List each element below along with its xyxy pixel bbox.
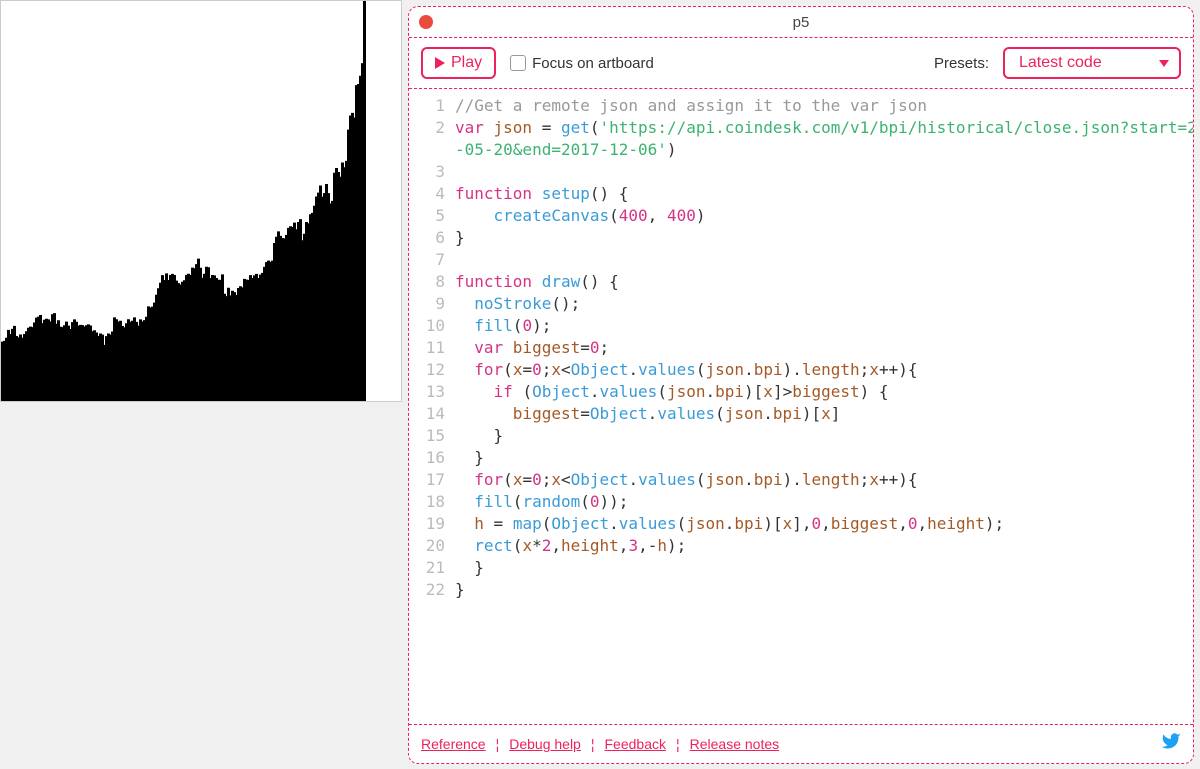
close-icon[interactable] xyxy=(419,15,433,29)
code-line[interactable]: -05-20&end=2017-12-06') xyxy=(409,139,1185,161)
play-label: Play xyxy=(451,54,482,72)
gutter-number: 18 xyxy=(409,491,455,513)
code-line[interactable]: 4function setup() { xyxy=(409,183,1185,205)
code-line[interactable]: 10 fill(0); xyxy=(409,315,1185,337)
code-line[interactable]: 13 if (Object.values(json.bpi)[x]>bigges… xyxy=(409,381,1185,403)
focus-label: Focus on artboard xyxy=(532,55,654,72)
chevron-down-icon xyxy=(1159,60,1169,67)
gutter-number: 17 xyxy=(409,469,455,491)
presets-dropdown[interactable]: Latest code xyxy=(1003,47,1181,79)
toolbar: Play Focus on artboard Presets: Latest c… xyxy=(409,38,1193,89)
gutter-number: 14 xyxy=(409,403,455,425)
gutter-number: 1 xyxy=(409,95,455,117)
editor-panel: p5 Play Focus on artboard Presets: Lates… xyxy=(408,6,1194,764)
title-bar: p5 xyxy=(409,7,1193,38)
gutter-number: 15 xyxy=(409,425,455,447)
play-icon xyxy=(435,57,445,69)
gutter-number: 12 xyxy=(409,359,455,381)
code-line[interactable]: 15 } xyxy=(409,425,1185,447)
gutter-number: 6 xyxy=(409,227,455,249)
footer-link-release[interactable]: Release notes xyxy=(690,736,780,752)
gutter-number: 7 xyxy=(409,249,455,271)
code-line[interactable]: 12 for(x=0;x<Object.values(json.bpi).len… xyxy=(409,359,1185,381)
gutter-number: 8 xyxy=(409,271,455,293)
code-line[interactable]: 16 } xyxy=(409,447,1185,469)
gutter-number: 11 xyxy=(409,337,455,359)
gutter-number: 9 xyxy=(409,293,455,315)
gutter-number: 13 xyxy=(409,381,455,403)
focus-artboard-checkbox[interactable]: Focus on artboard xyxy=(510,55,654,72)
twitter-icon[interactable] xyxy=(1161,731,1181,757)
gutter-number: 3 xyxy=(409,161,455,183)
code-line[interactable]: 5 createCanvas(400, 400) xyxy=(409,205,1185,227)
gutter-number: 22 xyxy=(409,579,455,601)
artboard-canvas xyxy=(0,0,402,402)
footer-link-feedback[interactable]: Feedback xyxy=(605,736,666,752)
gutter-number: 20 xyxy=(409,535,455,557)
code-line[interactable]: 1//Get a remote json and assign it to th… xyxy=(409,95,1185,117)
code-line[interactable]: 22} xyxy=(409,579,1185,601)
code-editor[interactable]: 1//Get a remote json and assign it to th… xyxy=(409,89,1193,724)
code-line[interactable]: 6} xyxy=(409,227,1185,249)
gutter-number: 4 xyxy=(409,183,455,205)
gutter-number: 5 xyxy=(409,205,455,227)
code-line[interactable]: 17 for(x=0;x<Object.values(json.bpi).len… xyxy=(409,469,1185,491)
chart-bars xyxy=(1,1,401,401)
code-line[interactable]: 2var json = get('https://api.coindesk.co… xyxy=(409,117,1185,139)
play-button[interactable]: Play xyxy=(421,47,496,79)
code-line[interactable]: 8function draw() { xyxy=(409,271,1185,293)
code-line[interactable]: 14 biggest=Object.values(json.bpi)[x] xyxy=(409,403,1185,425)
checkbox-icon xyxy=(510,55,526,71)
gutter-number: 10 xyxy=(409,315,455,337)
code-line[interactable]: 21 } xyxy=(409,557,1185,579)
code-line[interactable]: 19 h = map(Object.values(json.bpi)[x],0,… xyxy=(409,513,1185,535)
code-line[interactable]: 3 xyxy=(409,161,1185,183)
chart-svg xyxy=(1,1,401,401)
gutter-number: 21 xyxy=(409,557,455,579)
footer-link-debug[interactable]: Debug help xyxy=(509,736,581,752)
window-title: p5 xyxy=(793,14,810,31)
footer-link-reference[interactable]: Reference xyxy=(421,736,486,752)
code-line[interactable]: 7 xyxy=(409,249,1185,271)
gutter-number: 2 xyxy=(409,117,455,139)
gutter-number: 19 xyxy=(409,513,455,535)
gutter-number: 16 xyxy=(409,447,455,469)
gutter-number xyxy=(409,139,455,161)
code-line[interactable]: 9 noStroke(); xyxy=(409,293,1185,315)
footer: Reference ¦ Debug help ¦ Feedback ¦ Rele… xyxy=(409,724,1193,763)
code-line[interactable]: 20 rect(x*2,height,3,-h); xyxy=(409,535,1185,557)
code-line[interactable]: 18 fill(random(0)); xyxy=(409,491,1185,513)
presets-label: Presets: xyxy=(934,55,989,72)
code-line[interactable]: 11 var biggest=0; xyxy=(409,337,1185,359)
presets-selected: Latest code xyxy=(1019,54,1102,72)
